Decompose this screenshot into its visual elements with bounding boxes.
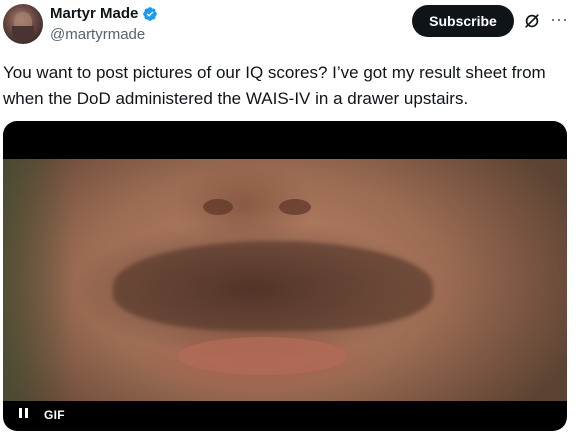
more-dots-icon[interactable]: ··· [548, 10, 570, 32]
subscribe-button[interactable]: Subscribe [412, 5, 514, 37]
grok-icon[interactable] [522, 11, 542, 31]
frame-lip [178, 337, 348, 375]
pause-icon[interactable] [19, 408, 31, 422]
frame-nostril-right [279, 199, 311, 215]
author-display-name[interactable]: Martyr Made [50, 4, 138, 24]
frame-shadow [3, 159, 73, 401]
avatar-beard [12, 26, 34, 40]
frame-nostril-left [203, 199, 233, 215]
verified-badge-icon [143, 7, 158, 21]
gif-label: GIF [44, 408, 65, 422]
author-handle[interactable]: @martyrmade [50, 25, 145, 45]
tweet-text: You want to post pictures of our IQ scor… [3, 63, 546, 108]
gif-frame [3, 159, 567, 401]
author-name-row[interactable]: Martyr Made [50, 4, 158, 24]
gif-media[interactable]: GIF [3, 121, 567, 431]
frame-mustache [113, 241, 433, 331]
avatar[interactable] [3, 4, 43, 44]
